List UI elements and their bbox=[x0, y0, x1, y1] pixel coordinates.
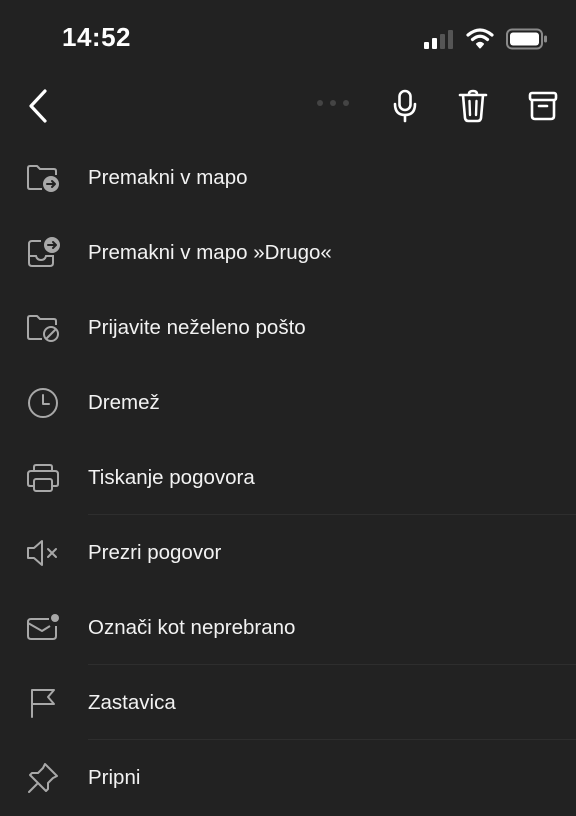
inbox-move-icon bbox=[24, 234, 62, 272]
printer-icon bbox=[24, 459, 62, 497]
trash-icon bbox=[458, 89, 488, 123]
menu-item-flag[interactable]: Zastavica bbox=[0, 665, 576, 740]
menu-item-snooze[interactable]: Dremež bbox=[0, 365, 576, 440]
microphone-icon bbox=[392, 89, 418, 123]
delete-button[interactable] bbox=[452, 84, 494, 128]
wifi-icon bbox=[466, 28, 494, 50]
folder-block-icon bbox=[24, 309, 62, 347]
menu-item-label: Pripni bbox=[88, 765, 141, 789]
speaker-mute-icon bbox=[24, 534, 62, 572]
menu-item-report-junk[interactable]: Prijavite neželeno pošto bbox=[0, 290, 576, 365]
menu-item-label: Prijavite neželeno pošto bbox=[88, 315, 306, 339]
menu-item-label: Tiskanje pogovora bbox=[88, 465, 255, 489]
menu-item-label: Označi kot neprebrano bbox=[88, 615, 296, 639]
menu-item-label: Prezri pogovor bbox=[88, 540, 222, 564]
menu-item-label: Zastavica bbox=[88, 690, 176, 714]
menu-item-pin[interactable]: Pripni bbox=[0, 740, 576, 815]
menu-item-move-to-other[interactable]: Premakni v mapo »Drugo« bbox=[0, 215, 576, 290]
folder-move-icon bbox=[24, 159, 62, 197]
more-dots-icon bbox=[316, 99, 350, 107]
back-button[interactable] bbox=[18, 84, 58, 128]
menu-item-print[interactable]: Tiskanje pogovora bbox=[0, 440, 576, 515]
status-time: 14:52 bbox=[62, 22, 131, 52]
archive-icon bbox=[528, 91, 558, 121]
more-button[interactable] bbox=[312, 90, 354, 116]
menu-item-label: Dremež bbox=[88, 390, 160, 414]
menu-item-label: Premakni v mapo bbox=[88, 165, 248, 189]
menu-item-label: Premakni v mapo »Drugo« bbox=[88, 240, 332, 264]
archive-button[interactable] bbox=[522, 84, 564, 128]
pin-icon bbox=[24, 759, 62, 797]
status-bar: 14:52 bbox=[0, 0, 576, 78]
clock-icon bbox=[24, 384, 62, 422]
menu-item-mark-unread[interactable]: Označi kot neprebrano bbox=[0, 590, 576, 665]
battery-icon bbox=[506, 28, 548, 50]
signal-icon bbox=[424, 29, 454, 49]
mail-unread-icon bbox=[24, 609, 62, 647]
menu-item-move-to-folder[interactable]: Premakni v mapo bbox=[0, 140, 576, 215]
dictate-button[interactable] bbox=[384, 84, 426, 128]
back-chevron-icon bbox=[27, 89, 49, 123]
status-icons bbox=[424, 26, 548, 52]
toolbar bbox=[0, 78, 576, 132]
action-menu: Premakni v mapo Premakni v mapo »Drugo« … bbox=[0, 140, 576, 815]
menu-item-ignore[interactable]: Prezri pogovor bbox=[0, 515, 576, 590]
flag-icon bbox=[24, 684, 62, 722]
